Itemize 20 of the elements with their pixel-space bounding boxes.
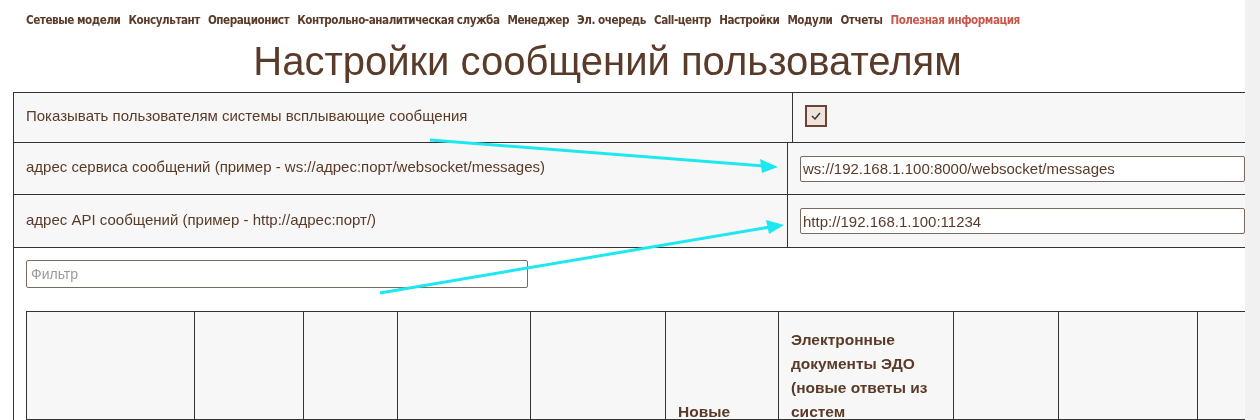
setting-label: Показывать пользователям системы всплывающие сообщения <box>14 93 793 142</box>
nav-link[interactable]: Контрольно-аналитическая служба <box>297 13 500 33</box>
nav-link[interactable]: Модули <box>787 13 833 33</box>
nav-link[interactable]: Call-центр <box>653 13 712 33</box>
header-text: Новые <box>678 402 731 420</box>
nav-link[interactable]: Консультант <box>128 13 200 33</box>
nav-link[interactable]: Менеджер <box>507 13 569 33</box>
input-field[interactable]: http://192.168.1.100:11234 <box>800 208 1245 234</box>
nav-link[interactable]: Эл. очередь <box>577 13 646 33</box>
nav-link[interactable]: Операционист <box>207 13 290 33</box>
filter-field[interactable]: Фильтр <box>26 260 528 288</box>
nav-link[interactable]: Настройки <box>719 13 780 33</box>
nav-link[interactable]: Полезная информация <box>890 13 1020 33</box>
header-text: Электронные документы ЭДО (новые ответы из систем <box>791 330 929 420</box>
page-title: Настройки сообщений пользователям <box>252 38 963 85</box>
input-field[interactable]: ws://192.168.1.100:8000/websocket/messages <box>800 155 1245 182</box>
check-icon <box>810 110 822 121</box>
checkbox[interactable] <box>805 104 827 127</box>
nav-link[interactable]: Сетевые модели <box>26 13 121 33</box>
nav-link[interactable]: Отчеты <box>840 13 883 33</box>
